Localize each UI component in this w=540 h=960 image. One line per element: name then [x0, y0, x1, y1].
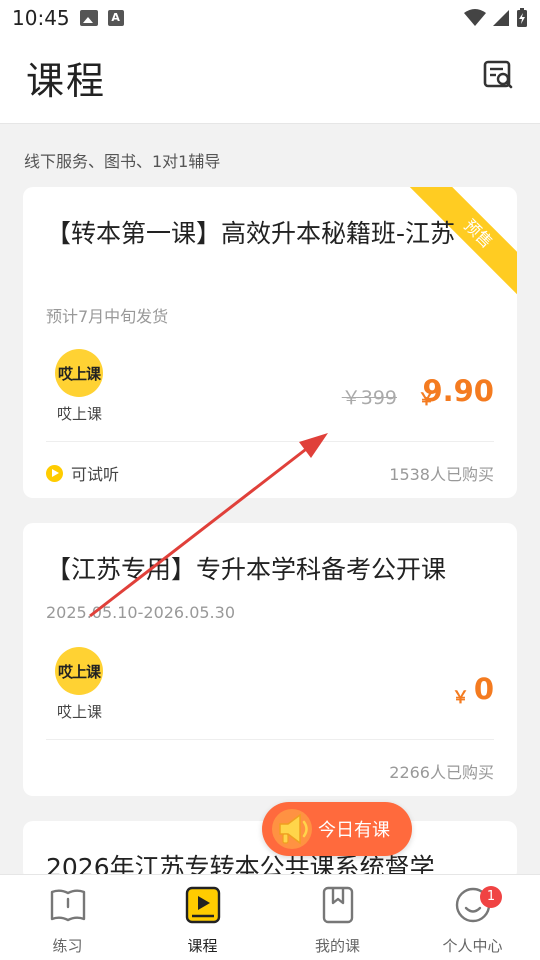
page-title: 课程 [26, 59, 107, 103]
bookmark-book-icon [322, 886, 353, 924]
tab-profile[interactable]: 1 个人中心 [405, 875, 540, 960]
course-title: 【转本第一课】高效升本秘籍班-江苏 [46, 219, 456, 248]
org-name: 哎上课 [57, 703, 103, 721]
section-label: 线下服务、图书、1对1辅导 [24, 152, 221, 171]
current-price: 0 [473, 672, 494, 706]
battery-icon [517, 8, 527, 27]
trial-label: 可试听 [71, 465, 120, 484]
a-notification-icon: A [107, 10, 124, 26]
tab-label: 我的课 [314, 937, 360, 955]
status-bar: 10:45 A [0, 0, 540, 36]
card-divider [46, 739, 494, 740]
status-time: 10:45 [12, 6, 70, 30]
current-price: 9.90 [422, 374, 494, 408]
course-title: 【江苏专用】专升本学科备考公开课 [46, 555, 447, 584]
tab-course[interactable]: 课程 [135, 875, 270, 960]
course-card[interactable]: 预售 【转本第一课】高效升本秘籍班-江苏 预计7月中旬发货 哎上课 哎上课 ￥3… [23, 187, 517, 498]
wifi-icon [464, 9, 486, 26]
notification-badge: 1 [480, 886, 502, 908]
book-icon [50, 889, 85, 922]
price-currency-symbol: ￥ [452, 688, 469, 708]
search-document-icon[interactable] [482, 58, 516, 92]
play-icon [46, 464, 63, 482]
tab-label: 课程 [187, 937, 218, 955]
megaphone-icon [272, 809, 312, 849]
signal-icon [493, 10, 509, 26]
course-subtitle: 预计7月中旬发货 [46, 307, 169, 326]
course-card[interactable]: 【江苏专用】专升本学科备考公开课 2025.05.10-2026.05.30 哎… [23, 523, 517, 796]
org-name: 哎上课 [57, 405, 103, 423]
image-notification-icon [79, 10, 98, 26]
tab-practice[interactable]: 练习 [0, 875, 135, 960]
tab-label: 个人中心 [442, 937, 503, 955]
buyer-count: 2266人已购买 [389, 763, 494, 782]
today-class-button[interactable]: 今日有课 [262, 802, 412, 856]
course-date-range: 2025.05.10-2026.05.30 [46, 603, 235, 622]
org-logo: 哎上课 [55, 349, 103, 397]
org-logo: 哎上课 [55, 647, 103, 695]
bottom-tab-bar: 练习 课程 我的课 1 个人中心 [0, 874, 540, 960]
course-play-icon [185, 886, 220, 924]
today-class-label: 今日有课 [318, 820, 390, 841]
card-divider [46, 441, 494, 442]
buyer-count: 1538人已购买 [389, 465, 494, 484]
original-price: ￥399 [341, 387, 397, 409]
page-header: 课程 [0, 36, 540, 124]
tab-my-courses[interactable]: 我的课 [270, 875, 405, 960]
tab-label: 练习 [52, 937, 83, 955]
trial-listen[interactable]: 可试听 [46, 461, 119, 485]
